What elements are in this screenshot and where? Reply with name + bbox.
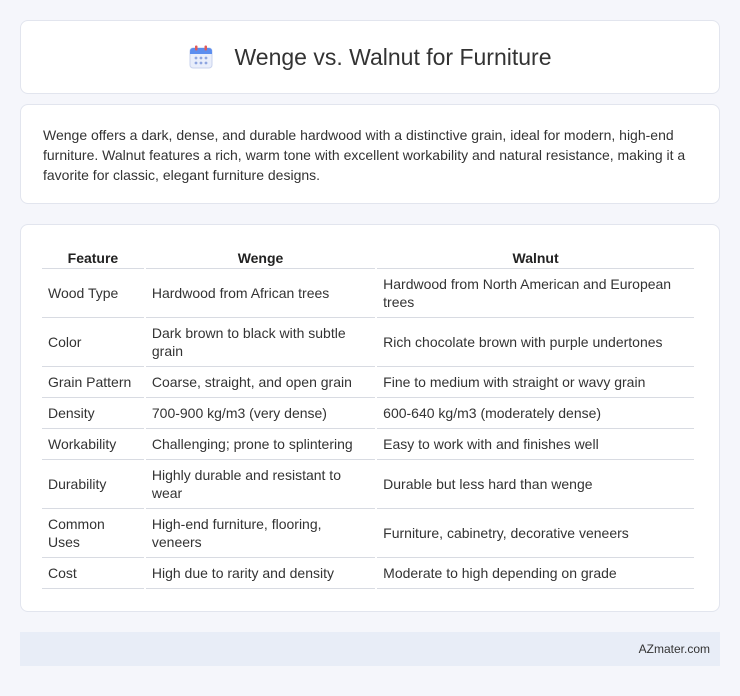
header-walnut: Walnut [377,247,694,269]
wenge-cell: 700-900 kg/m3 (very dense) [145,398,376,429]
walnut-cell: Furniture, cabinetry, decorative veneers [377,509,694,558]
feature-cell: Cost [42,558,144,589]
table-row: Wood Type Hardwood from African trees Ha… [42,269,694,318]
wenge-cell: High-end furniture, flooring, veneers [145,509,376,558]
table-row: Density 700-900 kg/m3 (very dense) 600-6… [42,398,694,429]
table-row: Common Uses High-end furniture, flooring… [42,509,694,558]
feature-cell: Density [42,398,144,429]
wenge-cell: Dark brown to black with subtle grain [145,318,376,367]
feature-cell: Durability [42,460,144,509]
comparison-card: Feature Wenge Walnut Wood Type Hardwood … [20,224,720,612]
feature-cell: Workability [42,429,144,460]
page-title: Wenge vs. Walnut for Furniture [234,43,552,70]
walnut-cell: Hardwood from North American and Europea… [377,269,694,318]
title-card: Wenge vs. Walnut for Furniture [20,20,720,94]
walnut-cell: Durable but less hard than wenge [377,460,694,509]
feature-cell: Common Uses [42,509,144,558]
walnut-cell: Moderate to high depending on grade [377,558,694,589]
header-wenge: Wenge [145,247,376,269]
header-feature: Feature [42,247,144,269]
walnut-cell: 600-640 kg/m3 (moderately dense) [377,398,694,429]
table-row: Durability Highly durable and resistant … [42,460,694,509]
walnut-cell: Fine to medium with straight or wavy gra… [377,367,694,398]
wenge-cell: Coarse, straight, and open grain [145,367,376,398]
comparison-table: Feature Wenge Walnut Wood Type Hardwood … [40,247,696,589]
calendar-icon [189,45,213,69]
wenge-cell: Highly durable and resistant to wear [145,460,376,509]
table-row: Cost High due to rarity and density Mode… [42,558,694,589]
wenge-cell: Challenging; prone to splintering [145,429,376,460]
table-row: Workability Challenging; prone to splint… [42,429,694,460]
feature-cell: Wood Type [42,269,144,318]
table-row: Grain Pattern Coarse, straight, and open… [42,367,694,398]
wenge-cell: Hardwood from African trees [145,269,376,318]
table-row: Color Dark brown to black with subtle gr… [42,318,694,367]
walnut-cell: Rich chocolate brown with purple underto… [377,318,694,367]
footer-brand: AZmater.com [638,642,710,656]
feature-cell: Grain Pattern [42,367,144,398]
table-header-row: Feature Wenge Walnut [42,247,694,269]
intro-card: Wenge offers a dark, dense, and durable … [20,104,720,204]
footer-bar: AZmater.com [20,632,720,666]
intro-text: Wenge offers a dark, dense, and durable … [43,127,686,183]
wenge-cell: High due to rarity and density [145,558,376,589]
walnut-cell: Easy to work with and finishes well [377,429,694,460]
feature-cell: Color [42,318,144,367]
